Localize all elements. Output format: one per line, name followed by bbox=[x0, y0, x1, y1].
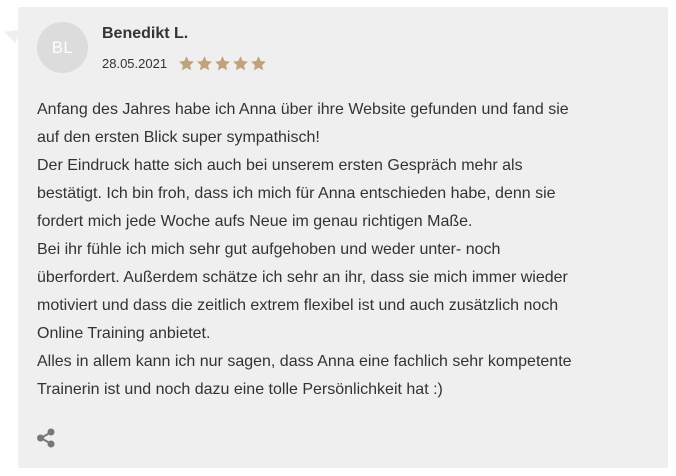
star-icon bbox=[179, 56, 194, 71]
star-icon bbox=[197, 56, 212, 71]
avatar-initials: BL bbox=[51, 37, 74, 57]
speech-bubble-tail bbox=[2, 25, 20, 43]
star-icon bbox=[251, 56, 266, 71]
review-card: BL Benedikt L. 28.05.2021 Anfang des Jah… bbox=[2, 7, 668, 468]
review-date: 28.05.2021 bbox=[102, 56, 168, 71]
star-icon bbox=[233, 56, 248, 71]
star-rating bbox=[178, 55, 267, 72]
avatar: BL bbox=[37, 22, 88, 73]
star-icon bbox=[215, 56, 230, 71]
reviewer-name: Benedikt L. bbox=[102, 25, 189, 42]
share-icon[interactable] bbox=[36, 428, 56, 448]
review-meta: 28.05.2021 bbox=[102, 55, 267, 72]
review-text: Anfang des Jahres habe ich Anna über ihr… bbox=[37, 101, 572, 398]
